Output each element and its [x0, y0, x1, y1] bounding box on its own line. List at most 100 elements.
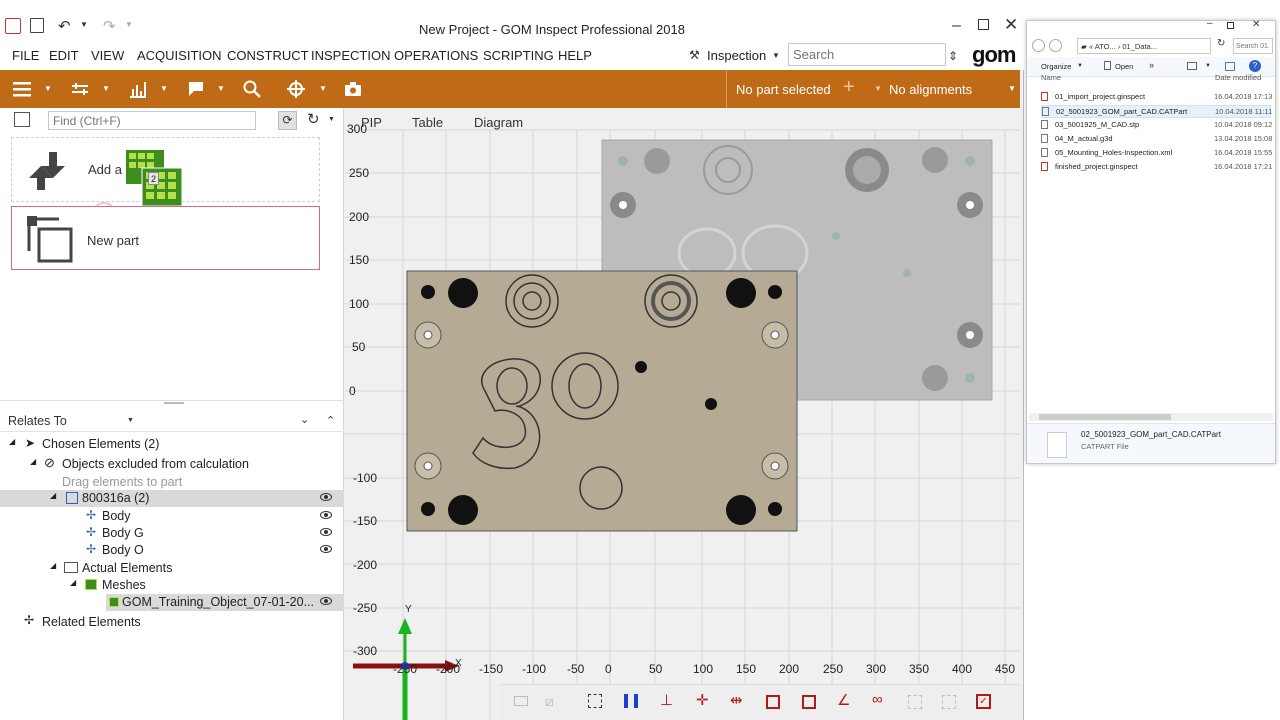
refresh-icon[interactable]: ↻: [1217, 38, 1225, 49]
refresh-dropdown-icon[interactable]: ▼: [328, 116, 335, 123]
explorer-minimize-button[interactable]: –: [1207, 18, 1213, 29]
explorer-search-input[interactable]: [1233, 38, 1273, 54]
tree-excluded-objects[interactable]: ◢ ⊘ Objects excluded from calculation: [0, 455, 344, 473]
link-icon[interactable]: ∞: [872, 691, 883, 708]
file-row[interactable]: 01_import_project.ginspect 16.04.2018 17…: [1041, 91, 1272, 104]
align-bottom-icon[interactable]: ⊥: [660, 691, 673, 709]
search-options-icon[interactable]: ⇕: [948, 49, 958, 63]
view-split-icon[interactable]: [624, 694, 638, 708]
crosshair-dropdown-icon[interactable]: ▼: [319, 84, 327, 93]
alignment-tool-icon[interactable]: [70, 79, 90, 99]
help-icon[interactable]: ?: [1249, 60, 1261, 72]
angle-icon[interactable]: ∠: [837, 691, 850, 709]
menu-file[interactable]: FILE: [12, 48, 39, 63]
visibility-eye-icon[interactable]: [320, 528, 332, 536]
frame-icon[interactable]: [942, 695, 956, 709]
hamburger-menu-icon[interactable]: [12, 79, 32, 99]
breadcrumb-1[interactable]: ATO...: [1095, 42, 1116, 51]
part-status[interactable]: No part selected: [736, 82, 831, 97]
horizontal-scrollbar[interactable]: [1029, 413, 1273, 421]
explorer-close-button[interactable]: ✕: [1252, 19, 1260, 30]
mesh-part[interactable]: [406, 270, 798, 532]
tree-mesh-gom-training[interactable]: GOM_Training_Object_07-01-20...: [106, 594, 344, 611]
tree-related-elements[interactable]: ✢ Related Elements: [0, 613, 344, 631]
3d-viewport[interactable]: PIP Table Diagram 300 250 200 150 100 50…: [345, 108, 1020, 720]
forward-icon[interactable]: [1049, 39, 1062, 52]
find-input[interactable]: [48, 111, 256, 130]
label-dropdown-icon[interactable]: ▼: [217, 84, 225, 93]
add-part-icon[interactable]: +: [843, 76, 855, 99]
expand-icon[interactable]: ◢: [50, 561, 56, 570]
file-row[interactable]: finished_project.ginspect 16.04.2018 17:…: [1041, 161, 1272, 174]
menu-scripting[interactable]: SCRIPTING: [483, 48, 554, 63]
organize-dropdown-icon[interactable]: ▼: [1077, 63, 1083, 69]
zoom-icon[interactable]: [242, 79, 262, 99]
box-select-icon[interactable]: [766, 695, 780, 709]
undo-icon[interactable]: ↶: [58, 17, 71, 35]
add-part-dropdown-icon[interactable]: ▼: [874, 84, 882, 93]
menu-help[interactable]: HELP: [558, 48, 592, 63]
align-horizontal-icon[interactable]: ⇹: [730, 691, 743, 709]
relates-to-label[interactable]: Relates To: [8, 414, 67, 428]
box-align-icon[interactable]: [802, 695, 816, 709]
new-part-tile[interactable]: New part: [11, 206, 320, 270]
select-rect-icon[interactable]: [588, 694, 602, 708]
maximize-button[interactable]: [978, 19, 989, 30]
refresh-icon[interactable]: ↻: [307, 110, 320, 128]
chart-tool-icon[interactable]: [128, 79, 148, 99]
panel-splitter[interactable]: [0, 400, 344, 406]
search-input[interactable]: [788, 43, 946, 66]
alignment-dropdown-icon[interactable]: ▼: [102, 84, 110, 93]
explorer-maximize-button[interactable]: [1227, 22, 1234, 29]
redo-icon[interactable]: ↷: [103, 17, 116, 35]
workspace-dropdown-icon[interactable]: ▼: [772, 51, 780, 60]
camera-icon[interactable]: [343, 79, 363, 99]
collapse-all-icon[interactable]: ⌃: [326, 414, 335, 427]
undo-dropdown-icon[interactable]: ▼: [80, 20, 88, 29]
label-tool-icon[interactable]: [186, 79, 206, 99]
visibility-eye-icon[interactable]: [320, 597, 332, 605]
view-wireframe-icon[interactable]: [514, 696, 528, 706]
tree-body-o[interactable]: ✢ Body O: [0, 542, 344, 559]
view-dropdown-icon[interactable]: ▼: [1205, 63, 1211, 69]
menu-acquisition[interactable]: ACQUISITION: [137, 48, 222, 63]
file-row-selected[interactable]: 02_5001923_GOM_part_CAD.CATPart 10.04.20…: [1041, 105, 1272, 118]
alignment-status-dropdown-icon[interactable]: ▼: [1008, 84, 1016, 93]
tree-actual-elements[interactable]: ◢ Actual Elements: [0, 560, 344, 577]
tree-part-800316a[interactable]: ◢ 800316a (2): [0, 490, 344, 507]
expand-icon[interactable]: ◢: [9, 437, 15, 446]
check-icon[interactable]: ✓: [976, 694, 991, 709]
tree-body[interactable]: ✢ Body: [0, 508, 344, 525]
file-row[interactable]: 05_Mounting_Holes-Inspection.xml 16.04.2…: [1041, 147, 1272, 160]
expand-icon[interactable]: ◢: [30, 457, 36, 466]
column-date-header[interactable]: Date modified: [1215, 73, 1261, 82]
workspace-selector[interactable]: Inspection: [707, 48, 766, 63]
menu-operations[interactable]: OPERATIONS: [394, 48, 478, 63]
expand-icon[interactable]: ◢: [70, 578, 76, 587]
align-center-icon[interactable]: ✛: [696, 691, 709, 709]
back-icon[interactable]: [1032, 39, 1045, 52]
close-button[interactable]: ✕: [1004, 15, 1018, 35]
visibility-eye-icon[interactable]: [320, 511, 332, 519]
more-commands-icon[interactable]: »: [1149, 60, 1154, 70]
redo-dropdown-icon[interactable]: ▼: [125, 20, 133, 29]
scrollbar-thumb[interactable]: [1039, 414, 1171, 420]
open-button[interactable]: Open: [1115, 62, 1133, 71]
minimize-button[interactable]: –: [952, 17, 961, 35]
visibility-eye-icon[interactable]: [320, 545, 332, 553]
grid-select-icon[interactable]: [908, 695, 922, 709]
column-name-header[interactable]: Name: [1041, 73, 1061, 82]
visibility-eye-icon[interactable]: [320, 493, 332, 501]
menu-inspection[interactable]: INSPECTION: [311, 48, 390, 63]
relates-to-dropdown-icon[interactable]: ▼: [127, 417, 134, 424]
chart-dropdown-icon[interactable]: ▼: [160, 84, 168, 93]
alignment-status[interactable]: No alignments: [889, 82, 972, 97]
view-options-icon[interactable]: [1187, 62, 1197, 70]
expand-all-icon[interactable]: ⌄: [300, 413, 309, 426]
menu-edit[interactable]: EDIT: [49, 48, 79, 63]
save-icon[interactable]: [30, 18, 44, 33]
tree-meshes[interactable]: ◢ Meshes: [0, 577, 344, 594]
file-row[interactable]: 03_5001925_M_CAD.stp 10.04.2018 09:12: [1041, 119, 1272, 132]
tree-body-g[interactable]: ✢ Body G: [0, 525, 344, 542]
organize-button[interactable]: Organize: [1041, 62, 1071, 71]
